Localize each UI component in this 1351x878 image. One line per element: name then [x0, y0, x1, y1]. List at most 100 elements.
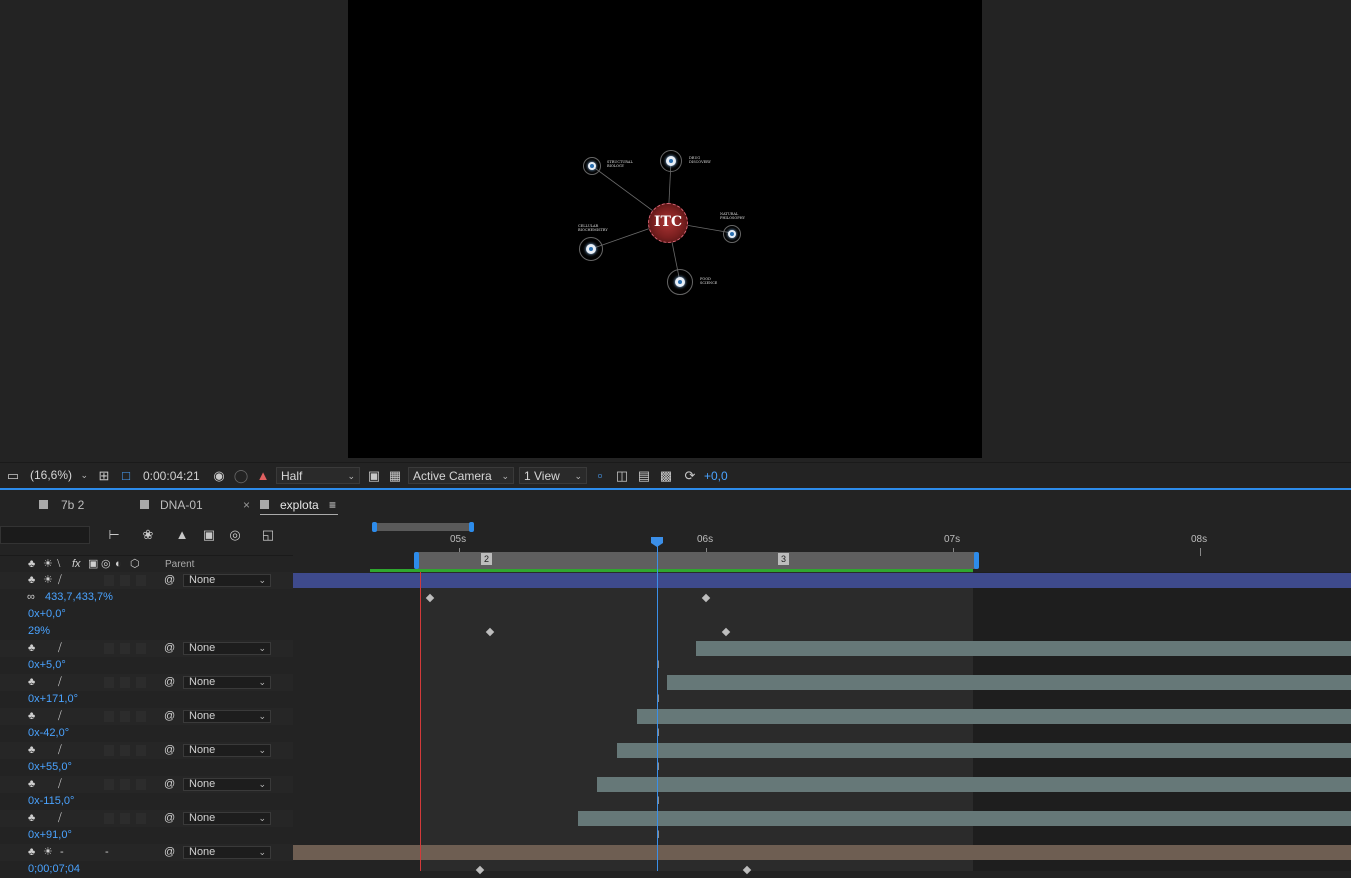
adjustment-switch-icon[interactable]: ◐: [115, 556, 122, 573]
pick-whip-icon[interactable]: @: [164, 640, 175, 657]
parent-select[interactable]: None ⌄: [183, 812, 271, 825]
pick-whip-icon[interactable]: @: [164, 572, 175, 589]
property-track[interactable]: I: [293, 759, 1351, 776]
keyframe[interactable]: [425, 593, 435, 603]
color-channels-icon[interactable]: ▲: [255, 468, 271, 484]
switch-slot[interactable]: [120, 677, 130, 688]
expression-marker-icon[interactable]: I: [654, 761, 662, 773]
expression-marker-icon[interactable]: I: [654, 727, 662, 739]
current-time[interactable]: 0:00:04:21: [143, 468, 200, 484]
property-value[interactable]: 0x-115,0°: [28, 793, 74, 810]
expression-marker-icon[interactable]: I: [654, 659, 662, 671]
switch-slot[interactable]: [104, 575, 114, 586]
layer-track[interactable]: [293, 708, 1351, 725]
switch-slot[interactable]: [120, 813, 130, 824]
work-area-end-handle[interactable]: [974, 552, 979, 569]
layer-row[interactable]: ♣ ☀ ⧸ @ None ⌄: [0, 572, 293, 589]
timeline-icon[interactable]: ▤: [636, 468, 652, 484]
quality-icon[interactable]: ⧸: [58, 572, 62, 589]
motion-blur-switch-icon[interactable]: ◎: [101, 556, 111, 573]
property-value[interactable]: 0x+55,0°: [28, 759, 72, 776]
views-select[interactable]: 1 View ⌄: [519, 467, 587, 484]
quality-icon[interactable]: ⧸: [58, 742, 62, 759]
property-value[interactable]: 0x-42,0°: [28, 725, 69, 742]
layer-duration-bar[interactable]: [637, 709, 1351, 724]
constrain-proportions-icon[interactable]: ∞: [27, 589, 35, 606]
pick-whip-icon[interactable]: @: [164, 844, 175, 861]
hide-shy-layers-icon[interactable]: ▲: [174, 527, 190, 543]
navigator-start-handle[interactable]: [372, 522, 377, 532]
transparency-grid-icon[interactable]: ▦: [387, 468, 403, 484]
property-value[interactable]: 29%: [28, 623, 50, 640]
quality-icon[interactable]: ⧸: [58, 810, 62, 827]
property-row[interactable]: 0x+55,0°: [0, 759, 293, 776]
mask-path-icon[interactable]: □: [118, 468, 134, 484]
effects-switch-icon[interactable]: fx: [72, 556, 81, 573]
exposure-value[interactable]: +0,0: [704, 468, 728, 484]
layer-duration-bar[interactable]: [293, 573, 1351, 588]
property-track[interactable]: [293, 589, 1351, 606]
layer-track[interactable]: [293, 844, 1351, 861]
property-value[interactable]: 433,7,433,7%: [45, 589, 113, 606]
switch-slot[interactable]: [120, 745, 130, 756]
shy-icon[interactable]: ♣: [28, 674, 35, 691]
keyframe[interactable]: [485, 627, 495, 637]
pick-whip-icon[interactable]: @: [164, 810, 175, 827]
switch-slot[interactable]: [120, 779, 130, 790]
pick-whip-icon[interactable]: @: [164, 776, 175, 793]
monitor-icon[interactable]: ▭: [5, 468, 21, 484]
property-row[interactable]: 0x+5,0°: [0, 657, 293, 674]
pick-whip-icon[interactable]: @: [164, 674, 175, 691]
shy-icon[interactable]: ♣: [28, 776, 35, 793]
switch-slot[interactable]: [120, 711, 130, 722]
flowchart-icon[interactable]: ▩: [658, 468, 674, 484]
camera-select[interactable]: Active Camera ⌄: [408, 467, 514, 484]
property-track[interactable]: [293, 623, 1351, 640]
3d-layer-switch-icon[interactable]: ⬡: [130, 556, 140, 573]
property-row[interactable]: 0;00;07;04: [0, 861, 293, 878]
parent-select[interactable]: None ⌄: [183, 744, 271, 757]
switch-slot[interactable]: [136, 575, 146, 586]
switch-slot[interactable]: [136, 779, 146, 790]
layer-duration-bar[interactable]: [293, 845, 1351, 860]
property-row[interactable]: 0x-115,0°: [0, 793, 293, 810]
switch-slot[interactable]: -: [105, 844, 109, 861]
switch-slot[interactable]: [104, 813, 114, 824]
property-track[interactable]: I: [293, 827, 1351, 844]
layer-row[interactable]: ♣ ⧸ @ None ⌄: [0, 810, 293, 827]
property-value[interactable]: 0x+0,0°: [28, 606, 66, 623]
expression-marker-icon[interactable]: I: [654, 795, 662, 807]
layer-row[interactable]: ♣ ⧸ @ None ⌄: [0, 674, 293, 691]
quality-icon[interactable]: ⧸: [58, 640, 62, 657]
layer-row[interactable]: ♣ ⧸ @ None ⌄: [0, 708, 293, 725]
close-icon[interactable]: ×: [243, 496, 250, 514]
tab-dna-01[interactable]: DNA-01: [140, 496, 203, 514]
camera-snapshot-icon[interactable]: ◉: [211, 468, 227, 484]
property-row[interactable]: 0x+0,0°: [0, 606, 293, 623]
shy-icon[interactable]: ♣: [28, 810, 35, 827]
quality-icon[interactable]: ⧸: [58, 674, 62, 691]
collapse-switch-icon[interactable]: ☀: [43, 556, 53, 573]
shy-icon[interactable]: ♣: [28, 742, 35, 759]
property-row[interactable]: 0x-42,0°: [0, 725, 293, 742]
layer-track[interactable]: [293, 674, 1351, 691]
parent-select[interactable]: None ⌄: [183, 642, 271, 655]
quality-icon[interactable]: ⧸: [58, 708, 62, 725]
quality-icon[interactable]: ⧸: [58, 776, 62, 793]
resolution-select[interactable]: Half ⌄: [276, 467, 360, 484]
property-row[interactable]: 0x+91,0°: [0, 827, 293, 844]
keyframe[interactable]: [701, 593, 711, 603]
show-snapshot-icon[interactable]: ◯: [233, 468, 249, 484]
fast-previews-icon[interactable]: ◫: [614, 468, 630, 484]
switch-slot[interactable]: [104, 711, 114, 722]
tab-7b-2[interactable]: 7b 2: [39, 496, 84, 514]
layer-search-input[interactable]: [0, 526, 90, 544]
time-navigator[interactable]: [373, 523, 473, 531]
frame-blend-switch-icon[interactable]: ▣: [88, 556, 98, 573]
parent-select[interactable]: None ⌄: [183, 846, 271, 859]
shy-icon[interactable]: ♣: [28, 572, 35, 589]
timeline-tracks[interactable]: I I I I I I: [293, 572, 1351, 875]
pick-whip-icon[interactable]: @: [164, 742, 175, 759]
layer-track[interactable]: [293, 742, 1351, 759]
keyframe[interactable]: [742, 865, 752, 875]
